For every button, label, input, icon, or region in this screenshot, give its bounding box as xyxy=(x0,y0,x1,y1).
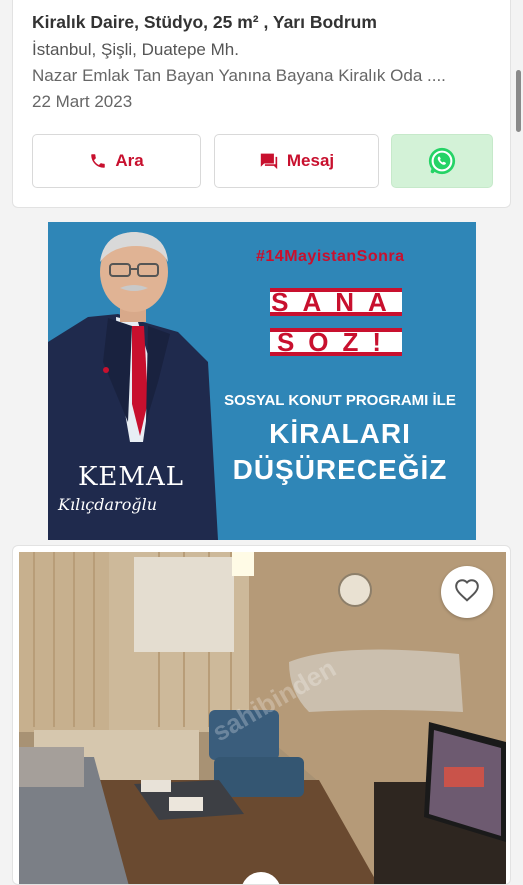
listing-description: Nazar Emlak Tan Bayan Yanına Bayana Kira… xyxy=(32,66,446,85)
listing-location: İstanbul, Şişli, Duatepe Mh. xyxy=(32,40,239,59)
ad-slogan-line1: SANA xyxy=(270,286,402,317)
heart-icon xyxy=(454,578,480,607)
message-label: Mesaj xyxy=(286,151,335,170)
political-ad-banner[interactable]: #14MayistanSonra SANA SÖZ! SOSYAL KONUT … xyxy=(48,222,476,540)
favorite-button[interactable] xyxy=(441,566,493,618)
whatsapp-icon xyxy=(427,146,457,176)
whatsapp-button[interactable] xyxy=(391,134,493,188)
ad-slogan-line2: SÖZ! xyxy=(270,327,402,357)
call-button[interactable]: Ara xyxy=(32,134,201,188)
phone-icon xyxy=(89,152,107,170)
call-label: Ara xyxy=(115,151,144,170)
ad-signature-hand: Kılıçdaroğlu xyxy=(58,495,157,514)
chat-icon xyxy=(259,152,279,170)
ad-signature-name: KEMAL xyxy=(78,462,185,492)
listing-date: 22 Mart 2023 xyxy=(32,92,133,111)
listing-card[interactable]: Kiralık Daire, Stüdyo, 25 m² , Yarı Bodr… xyxy=(12,0,511,208)
scrollbar[interactable] xyxy=(516,70,521,132)
listing-photo-card[interactable]: sahibinden xyxy=(12,545,511,885)
ad-hashtag: #14MayistanSonra xyxy=(256,248,405,265)
ad-headline-line2: DÜŞÜRECEĞİZ xyxy=(232,454,448,485)
ad-headline-line1: KİRALARI xyxy=(269,418,411,449)
ad-program-text: SOSYAL KONUT PROGRAMI İLE xyxy=(224,392,456,409)
listing-title: Kiralık Daire, Stüdyo, 25 m² , Yarı Bodr… xyxy=(32,12,377,32)
message-button[interactable]: Mesaj xyxy=(214,134,379,188)
candidate-portrait xyxy=(48,232,218,540)
listing-photo[interactable]: sahibinden xyxy=(19,552,506,885)
